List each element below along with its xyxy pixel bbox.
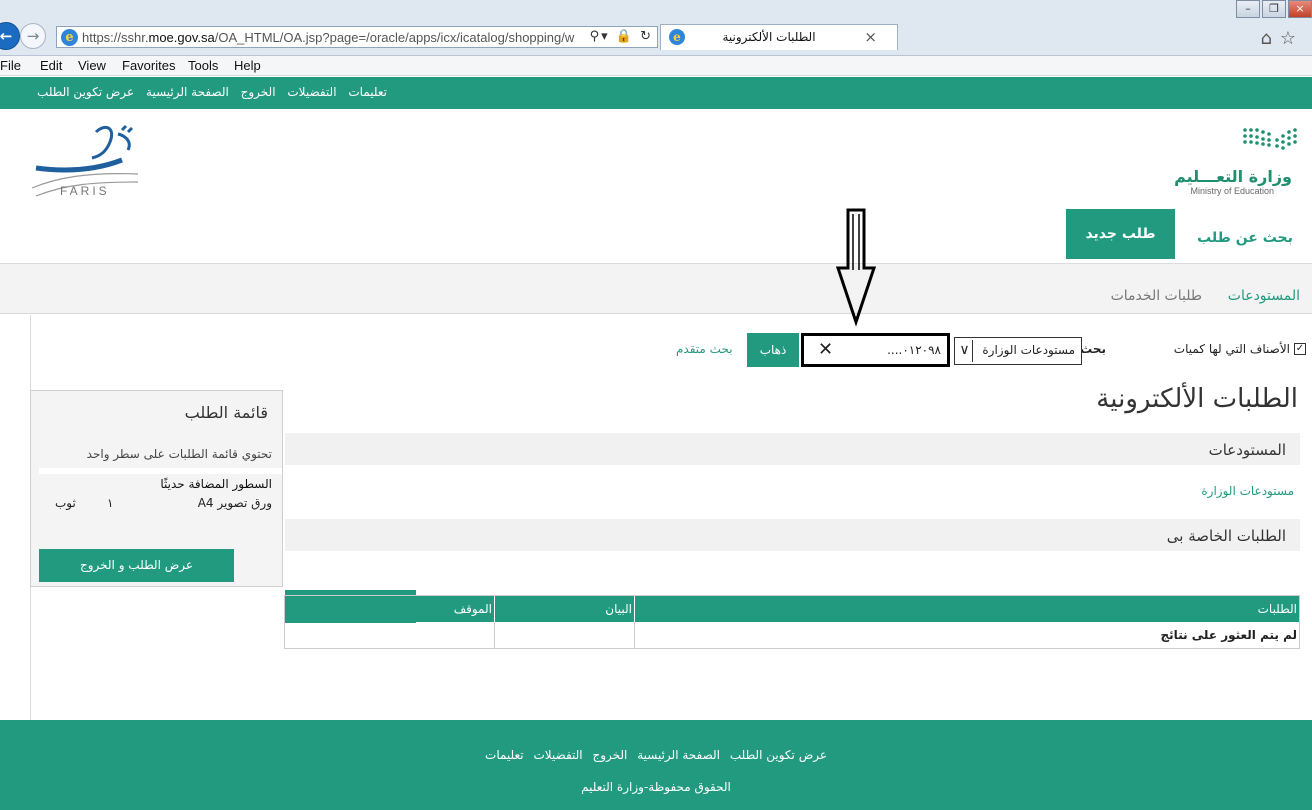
go-button[interactable]: ذهاب bbox=[747, 333, 799, 367]
footer-logout[interactable]: الخروج bbox=[592, 748, 627, 762]
menu-tools[interactable]: Tools bbox=[188, 58, 218, 73]
copyright: الحقوق محفوظة-وزارة التعليم bbox=[581, 780, 731, 794]
tab-new-request[interactable]: طلب جديد bbox=[1066, 209, 1175, 259]
column-header-description[interactable]: البيان bbox=[494, 596, 634, 622]
browser-chrome: ← → e https://sshr.moe.gov.sa/OA_HTML/OA… bbox=[0, 0, 1312, 56]
search-input-value: ٠١٢٠٩٨.... bbox=[887, 343, 941, 357]
topnav-help[interactable]: تعليمات bbox=[348, 85, 387, 99]
table-cell bbox=[285, 622, 494, 648]
address-bar[interactable]: e https://sshr.moe.gov.sa/OA_HTML/OA.jsp… bbox=[56, 26, 658, 48]
footer-help[interactable]: تعليمات bbox=[485, 748, 524, 762]
faris-logo-text: FARIS bbox=[60, 184, 110, 198]
table-cell bbox=[494, 622, 634, 648]
top-nav: تعليمات التفضيلات الخروج الصفحة الرئيسية… bbox=[0, 77, 1312, 109]
no-results-message: لم يتم العثور على نتائج bbox=[1160, 628, 1297, 642]
menu-view[interactable]: View bbox=[78, 58, 106, 73]
tab-title: الطلبات الألكترونية bbox=[722, 30, 816, 44]
column-header-requests[interactable]: الطلبات bbox=[634, 596, 1299, 622]
request-cart: قائمة الطلب تحتوي قائمة الطلبات على سطر … bbox=[30, 390, 283, 587]
topnav-preferences[interactable]: التفضيلات bbox=[287, 85, 336, 99]
home-favorites-icons[interactable]: ⌂☆ bbox=[1260, 28, 1304, 49]
cart-newly-added-label: السطور المضافة حديثًا bbox=[160, 477, 272, 491]
minimize-icon[interactable]: – bbox=[1236, 0, 1260, 18]
quantity-checkbox[interactable]: ✓ bbox=[1294, 343, 1306, 355]
cart-item-unit: ثوب bbox=[55, 496, 76, 510]
footer-preferences[interactable]: التفضيلات bbox=[533, 748, 582, 762]
faris-logo: FARIS bbox=[31, 124, 139, 198]
down-arrow-annotation-icon bbox=[835, 208, 877, 326]
ie-icon: e bbox=[61, 29, 78, 46]
advanced-search-link[interactable]: بحث متقدم bbox=[676, 342, 733, 356]
search-label: بحث bbox=[1080, 342, 1106, 356]
forward-button[interactable]: → bbox=[20, 23, 46, 49]
section-my-requests-title: الطلبات الخاصة بى bbox=[1166, 527, 1286, 545]
store-select-value: مستودعات الوزارة bbox=[982, 343, 1075, 357]
store-select[interactable]: ∨ مستودعات الوزارة bbox=[954, 337, 1082, 365]
tab-close-icon[interactable]: × bbox=[864, 28, 877, 46]
chevron-down-icon: ∨ bbox=[957, 340, 973, 362]
view-request-exit-button[interactable]: عرض الطلب و الخروج bbox=[39, 549, 234, 582]
topnav-logout[interactable]: الخروج bbox=[241, 85, 276, 99]
quantity-checkbox-label: الأصناف التي لها كميات bbox=[1173, 342, 1290, 356]
cart-title: قائمة الطلب bbox=[184, 403, 268, 422]
topnav-home[interactable]: الصفحة الرئيسية bbox=[146, 85, 229, 99]
table-header: الطلبات البيان الموقف bbox=[285, 596, 1299, 622]
cart-item-qty: ١ bbox=[107, 496, 114, 510]
tab-search-request[interactable]: بحث عن طلب bbox=[1190, 209, 1300, 259]
tab-ie-icon: e bbox=[669, 29, 685, 45]
menu-edit[interactable]: Edit bbox=[40, 58, 62, 73]
cart-description: تحتوي قائمة الطلبات على سطر واحد bbox=[86, 447, 272, 461]
section-warehouses-title: المستودعات bbox=[1208, 441, 1286, 459]
warehouse-link[interactable]: مستودعات الوزارة bbox=[1201, 484, 1294, 498]
menu-favorites[interactable]: Favorites bbox=[122, 58, 175, 73]
maximize-icon[interactable]: ❐ bbox=[1262, 0, 1286, 18]
menu-help[interactable]: Help bbox=[234, 58, 261, 73]
topnav-view-request[interactable]: عرض تكوين الطلب bbox=[37, 85, 134, 99]
browser-tab[interactable]: e الطلبات الألكترونية × bbox=[660, 24, 898, 50]
back-button[interactable]: ← bbox=[0, 22, 20, 50]
moe-arabic-name: وزارة التعـــليم bbox=[1174, 167, 1292, 186]
menu-file[interactable]: File bbox=[0, 58, 21, 73]
sub-nav: المستودعات طلبات الخدمات bbox=[0, 264, 1312, 314]
menu-bar: File Edit View Favorites Tools Help bbox=[0, 56, 1312, 76]
cart-divider bbox=[39, 468, 282, 474]
subnav-warehouses[interactable]: المستودعات bbox=[1228, 288, 1300, 304]
footer-home[interactable]: الصفحة الرئيسية bbox=[637, 748, 720, 762]
moe-english-name: Ministry of Education bbox=[1190, 186, 1274, 196]
url-text: https://sshr.moe.gov.sa/OA_HTML/OA.jsp?p… bbox=[82, 30, 575, 45]
close-window-icon[interactable]: × bbox=[1288, 0, 1312, 18]
section-warehouses: المستودعات bbox=[285, 433, 1300, 465]
search-input[interactable]: ✕ ٠١٢٠٩٨.... bbox=[801, 333, 950, 367]
section-my-requests: الطلبات الخاصة بى bbox=[285, 519, 1300, 551]
cart-item-name: ورق تصوير A4 bbox=[197, 496, 272, 510]
column-header-status[interactable]: الموقف bbox=[285, 596, 494, 622]
address-tools-icons[interactable]: ⚲▾ 🔒 ↻ bbox=[590, 29, 653, 44]
requests-table: الطلبات البيان الموقف لم يتم العثور على … bbox=[284, 595, 1300, 649]
footer-view-request[interactable]: عرض تكوين الطلب bbox=[730, 748, 827, 762]
footer-links: عرض تكوين الطلب الصفحة الرئيسية الخروج ا… bbox=[0, 748, 1312, 762]
table-row: لم يتم العثور على نتائج bbox=[285, 622, 1299, 648]
table-cell: لم يتم العثور على نتائج bbox=[634, 622, 1299, 648]
subnav-service-requests[interactable]: طلبات الخدمات bbox=[1111, 288, 1202, 304]
page-title: الطلبات الألكترونية bbox=[1096, 384, 1298, 414]
back-arrow-icon: ← bbox=[0, 27, 13, 45]
footer: عرض تكوين الطلب الصفحة الرئيسية الخروج ا… bbox=[0, 720, 1312, 810]
clear-icon[interactable]: ✕ bbox=[818, 339, 833, 360]
